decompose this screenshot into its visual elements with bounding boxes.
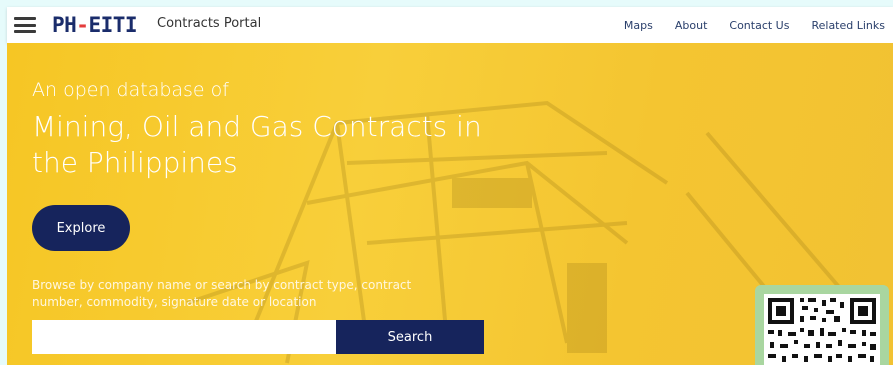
ph-eiti-logo[interactable]: PH-EITI bbox=[52, 13, 138, 37]
search-input[interactable] bbox=[32, 320, 336, 354]
browse-help-text: Browse by company name or search by cont… bbox=[32, 278, 412, 309]
hero-subtitle: An open database of bbox=[32, 79, 229, 101]
nav-link-contact-us[interactable]: Contact Us bbox=[729, 19, 789, 32]
nav-link-about[interactable]: About bbox=[675, 19, 708, 32]
qr-code-widget[interactable] bbox=[755, 285, 889, 365]
qr-code-icon bbox=[764, 294, 880, 365]
page-frame: PH-EITI Contracts Portal Maps About Cont… bbox=[0, 0, 893, 365]
logo-ph: PH bbox=[52, 13, 77, 37]
top-navbar: PH-EITI Contracts Portal Maps About Cont… bbox=[7, 7, 893, 43]
nav-link-maps[interactable]: Maps bbox=[624, 19, 653, 32]
explore-button[interactable]: Explore bbox=[32, 205, 130, 251]
logo-eiti: EITI bbox=[88, 13, 138, 37]
logo-dash: - bbox=[76, 13, 89, 37]
main-nav: Maps About Contact Us Related Links bbox=[624, 7, 885, 43]
hero-title: Mining, Oil and Gas Contracts in the Phi… bbox=[32, 110, 482, 179]
search-button[interactable]: Search bbox=[336, 320, 484, 354]
hamburger-menu-icon[interactable] bbox=[14, 17, 36, 33]
portal-title: Contracts Portal bbox=[157, 16, 262, 31]
nav-link-related-links[interactable]: Related Links bbox=[811, 19, 885, 32]
